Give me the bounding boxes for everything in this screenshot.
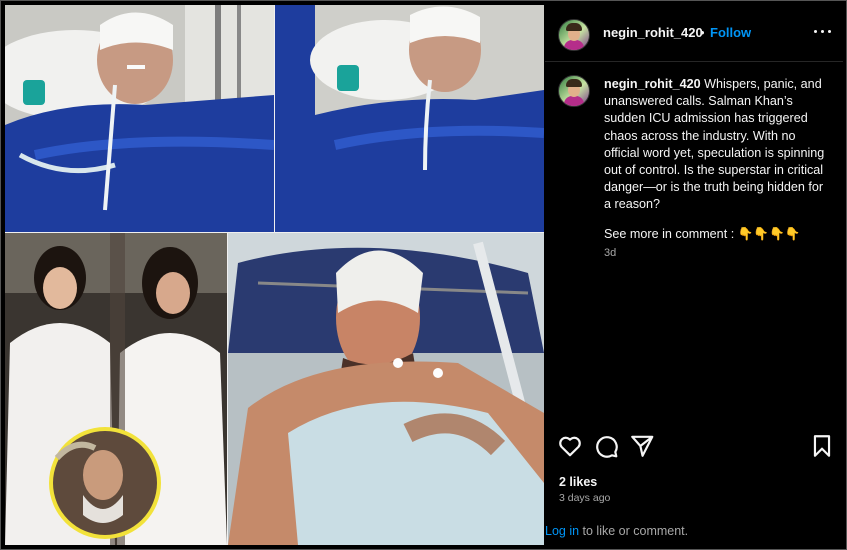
post-header: negin_rohit_420 • Follow	[545, 5, 843, 62]
collage-divider	[5, 232, 544, 233]
login-prompt-text: to like or comment.	[579, 524, 689, 538]
caption-body: Whispers, panic, and unanswered calls. S…	[604, 77, 825, 212]
action-bar	[545, 433, 843, 463]
caption-timestamp[interactable]: 3d	[604, 247, 616, 259]
separator-dot: •	[700, 25, 705, 40]
collage-divider	[274, 5, 275, 232]
avatar[interactable]	[558, 75, 590, 107]
caption-section: negin_rohit_420 Whispers, panic, and una…	[545, 61, 843, 436]
post-media-collage[interactable]	[5, 5, 544, 545]
login-prompt: Log in to like or comment.	[545, 524, 688, 538]
paper-plane-icon[interactable]	[629, 433, 655, 459]
bookmark-icon[interactable]	[809, 433, 835, 459]
more-options-icon[interactable]	[810, 19, 834, 43]
post-modal: negin_rohit_420 • Follow negin_rohit_420…	[0, 0, 847, 550]
comment-bubble-icon[interactable]	[593, 433, 619, 459]
collage-divider	[227, 233, 228, 545]
photo-hospital-bed-right	[275, 5, 544, 232]
follow-button[interactable]: Follow	[710, 25, 751, 40]
photo-mourners	[5, 233, 227, 545]
username-link[interactable]: negin_rohit_420	[603, 25, 703, 40]
photo-hospital-bed-left	[5, 5, 274, 232]
likes-count[interactable]: 2 likes	[559, 475, 597, 489]
caption-text: negin_rohit_420 Whispers, panic, and una…	[604, 76, 829, 214]
caption-username-link[interactable]: negin_rohit_420	[604, 77, 701, 91]
avatar[interactable]	[558, 19, 590, 51]
post-side-panel: negin_rohit_420 • Follow negin_rohit_420…	[545, 5, 843, 545]
heart-icon[interactable]	[557, 433, 583, 459]
see-more-text: See more in comment : 👇👇👇👇	[604, 227, 801, 241]
login-link[interactable]: Log in	[545, 524, 579, 538]
post-timestamp[interactable]: 3 days ago	[559, 492, 610, 504]
photo-injured-patient	[228, 233, 544, 545]
